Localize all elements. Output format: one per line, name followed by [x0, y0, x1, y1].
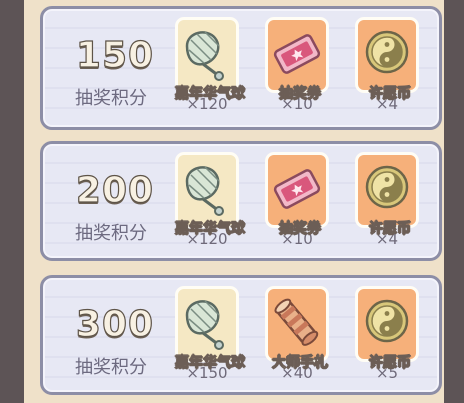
- reward-item[interactable]: 抽奖券 ×10: [265, 17, 329, 113]
- reward-card[interactable]: 许愿币: [355, 17, 419, 102]
- reward-item[interactable]: 嘉年华气球 ×150: [175, 286, 245, 382]
- reward-name: 抽奖券: [279, 221, 322, 238]
- reward-card[interactable]: 大师手札: [265, 286, 329, 371]
- carnival-balloon-icon: [185, 166, 224, 216]
- reward-name: 抽奖券: [279, 86, 322, 103]
- reward-tier-150: 150 抽奖积分 嘉年华气球 ×120 抽奖券 ×10 许愿币 ×4: [40, 6, 442, 130]
- reward-card[interactable]: 嘉年华气球: [175, 152, 245, 237]
- reward-card[interactable]: 许愿币: [355, 152, 419, 237]
- wish-coin-icon: [365, 299, 409, 343]
- tier-score: 200: [75, 169, 155, 211]
- reward-name: 大师手札: [272, 355, 329, 372]
- reward-item[interactable]: 嘉年华气球 ×120: [175, 17, 245, 113]
- reward-name: 嘉年华气球: [175, 355, 246, 372]
- tier-score-label: 抽奖积分: [75, 88, 147, 109]
- reward-item[interactable]: 嘉年华气球 ×120: [175, 152, 245, 248]
- reward-card[interactable]: 抽奖券: [265, 152, 329, 237]
- tier-score: 150: [75, 34, 155, 76]
- reward-card[interactable]: 许愿币: [355, 286, 419, 371]
- reward-name: 嘉年华气球: [175, 221, 246, 238]
- master-notes-icon: [274, 298, 319, 346]
- left-frame: [0, 0, 24, 403]
- lottery-ticket-icon: [273, 169, 321, 209]
- reward-name: 许愿币: [369, 221, 412, 238]
- reward-name: 许愿币: [369, 86, 412, 103]
- reward-item[interactable]: 许愿币 ×4: [355, 17, 419, 113]
- reward-name: 许愿币: [369, 355, 412, 372]
- reward-tier-300: 300 抽奖积分 嘉年华气球 ×150 大师手札 ×40 许愿币 ×5: [40, 275, 442, 395]
- reward-item[interactable]: 许愿币 ×5: [355, 286, 419, 382]
- reward-name: 嘉年华气球: [175, 86, 246, 103]
- carnival-balloon-icon: [185, 31, 224, 81]
- tier-score: 300: [75, 303, 155, 345]
- reward-item[interactable]: 大师手札 ×40: [265, 286, 329, 382]
- reward-item[interactable]: 抽奖券 ×10: [265, 152, 329, 248]
- wish-coin-icon: [365, 30, 409, 74]
- tier-score-label: 抽奖积分: [75, 357, 147, 378]
- reward-card[interactable]: 嘉年华气球: [175, 17, 245, 102]
- reward-item[interactable]: 许愿币 ×4: [355, 152, 419, 248]
- reward-card[interactable]: 嘉年华气球: [175, 286, 245, 371]
- wish-coin-icon: [365, 165, 409, 209]
- carnival-balloon-icon: [185, 300, 224, 350]
- right-frame: [444, 0, 464, 403]
- reward-tier-200: 200 抽奖积分 嘉年华气球 ×120 抽奖券 ×10 许愿币 ×4: [40, 141, 442, 261]
- reward-card[interactable]: 抽奖券: [265, 17, 329, 102]
- lottery-ticket-icon: [273, 34, 321, 74]
- tier-score-label: 抽奖积分: [75, 223, 147, 244]
